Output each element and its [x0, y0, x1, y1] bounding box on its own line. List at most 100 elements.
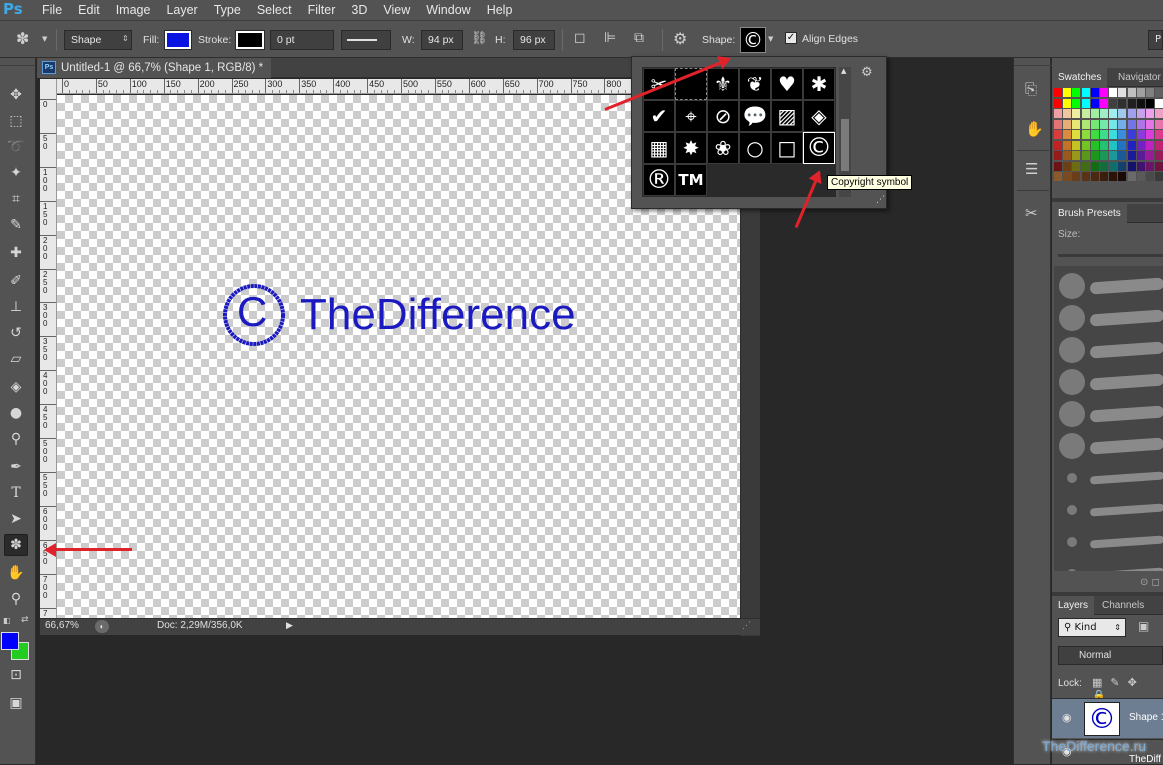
screen-mode-icon[interactable]: ▣ — [4, 692, 28, 714]
healing-brush-tool-icon[interactable]: ✚ — [4, 242, 28, 264]
pen-tool-icon[interactable]: ✒ — [4, 456, 28, 478]
blend-mode-select[interactable]: Normal — [1058, 646, 1163, 665]
move-tool-icon[interactable]: ✥ — [4, 84, 28, 106]
shape-no-sign-icon[interactable]: ⊘ — [707, 100, 739, 132]
menu-view[interactable]: View — [375, 0, 418, 20]
foreground-color-swatch[interactable] — [1, 632, 19, 650]
actions-panel-icon[interactable]: ✋ — [1025, 120, 1044, 138]
shape-ornament-icon[interactable]: ❦ — [739, 68, 771, 100]
type-tool-icon[interactable]: T — [4, 482, 28, 504]
tab-navigator[interactable]: Navigator — [1112, 68, 1163, 87]
history-brush-tool-icon[interactable]: ↺ — [4, 322, 28, 344]
lasso-tool-icon[interactable]: ➰ — [4, 136, 28, 158]
menu-image[interactable]: Image — [108, 0, 159, 20]
tool-preset-picker[interactable]: ✽ ▼ — [10, 29, 52, 51]
shape-paw-icon[interactable]: ❀ — [707, 132, 739, 164]
shape-square-icon[interactable]: □ — [771, 132, 803, 164]
layer-name[interactable]: Shape 1 — [1129, 712, 1163, 723]
clone-stamp-tool-icon[interactable]: ⊥ — [4, 296, 28, 318]
shape-picker-button[interactable]: © — [740, 27, 766, 53]
menu-help[interactable]: Help — [479, 0, 521, 20]
status-info-icon[interactable]: ◐ — [95, 620, 109, 633]
marquee-tool-icon[interactable]: ⬚ — [4, 110, 28, 132]
layer-row-shape-1[interactable]: ◉ © Shape 1 — [1052, 698, 1163, 738]
brush-tool-icon[interactable]: ✐ — [4, 270, 28, 292]
stroke-size-input[interactable]: 0 pt — [270, 30, 334, 50]
align-edges-checkbox[interactable]: ✓ — [785, 32, 797, 44]
shape-puzzle-icon[interactable]: ✱ — [803, 68, 835, 100]
swap-colors-icon[interactable]: ⇄ — [21, 615, 29, 625]
default-colors-icon[interactable]: ◧ — [3, 616, 11, 625]
visibility-eye-icon[interactable]: ◉ — [1062, 711, 1072, 724]
shape-hatched-square-icon[interactable]: ▨ — [771, 100, 803, 132]
gear-icon[interactable]: ⚙ — [673, 29, 687, 48]
resize-grip-icon[interactable]: ⋰ — [876, 195, 885, 205]
shape-speech-bubble-icon[interactable]: 💬 — [739, 100, 771, 132]
shape-circle-icon[interactable]: ○ — [739, 132, 771, 164]
height-input[interactable]: 96 px — [513, 30, 555, 50]
tools-presets-icon[interactable]: ✂ — [1025, 204, 1038, 222]
filter-image-icon[interactable]: ▣ — [1138, 619, 1149, 633]
workspace-button[interactable]: P — [1148, 30, 1163, 50]
menu-file[interactable]: File — [34, 0, 70, 20]
brush-size-slider[interactable] — [1058, 254, 1163, 257]
quick-mask-icon[interactable]: ⊡ — [4, 664, 28, 686]
shape-registered-icon[interactable]: ® — [643, 164, 675, 196]
custom-shape-tool-icon[interactable]: ✽ — [4, 534, 28, 556]
zoom-level[interactable]: 66,67% — [45, 620, 79, 631]
scroll-thumb[interactable] — [841, 119, 849, 171]
menu-layer[interactable]: Layer — [158, 0, 205, 20]
brush-panel-icons[interactable]: ⊙ ◻ — [1140, 577, 1160, 588]
shape-heart-icon[interactable]: ♥ — [771, 68, 803, 100]
document-tab[interactable]: Ps Untitled-1 @ 66,7% (Shape 1, RGB/8) * — [37, 58, 272, 78]
menu-window[interactable]: Window — [418, 0, 478, 20]
layer-name[interactable]: TheDiff — [1129, 754, 1161, 765]
path-alignment-icon[interactable]: ⊫ — [604, 30, 616, 46]
tab-brush-presets[interactable]: Brush Presets — [1052, 204, 1127, 223]
blur-tool-icon[interactable]: ● — [4, 402, 28, 424]
menu-type[interactable]: Type — [206, 0, 249, 20]
chevron-down-icon[interactable]: ▼ — [768, 35, 773, 43]
shape-copyright-icon[interactable]: © — [803, 132, 835, 164]
stroke-color-swatch[interactable] — [235, 30, 265, 50]
dodge-tool-icon[interactable]: ⚲ — [4, 428, 28, 450]
zoom-tool-icon[interactable]: ⚲ — [4, 588, 28, 610]
width-input[interactable]: 94 px — [421, 30, 463, 50]
menu-select[interactable]: Select — [249, 0, 300, 20]
eyedropper-tool-icon[interactable]: ✎ — [4, 214, 28, 236]
layer-filter-select[interactable]: ⚲ Kind ⇕ — [1058, 618, 1126, 637]
fill-color-swatch[interactable] — [164, 30, 192, 50]
menu-filter[interactable]: Filter — [300, 0, 344, 20]
vertical-ruler[interactable]: 0501001502002503003504004505005506006507… — [40, 79, 57, 619]
menu-3d[interactable]: 3D — [343, 0, 375, 20]
stroke-type-select[interactable] — [341, 30, 391, 50]
canvas-text-layer[interactable]: TheDifference — [300, 289, 576, 341]
history-panel-icon[interactable]: ⎘ — [1025, 80, 1037, 98]
hand-tool-icon[interactable]: ✋ — [4, 562, 28, 584]
link-icon[interactable]: ⛓ — [471, 31, 488, 46]
brush-preset-list[interactable] — [1054, 266, 1163, 571]
tab-layers[interactable]: Layers — [1052, 596, 1095, 615]
shape-diamond-grid-icon[interactable]: ◈ — [803, 100, 835, 132]
crop-tool-icon[interactable]: ⌗ — [4, 188, 28, 210]
shape-grid-icon[interactable]: ▦ — [643, 132, 675, 164]
shape-target-icon[interactable]: ⌖ — [675, 100, 707, 132]
resize-grip-icon[interactable]: ⋰ — [742, 620, 751, 631]
status-menu-arrow-icon[interactable]: ▶ — [286, 620, 293, 631]
eraser-tool-icon[interactable]: ▱ — [4, 348, 28, 370]
shape-starburst-icon[interactable]: ✸ — [675, 132, 707, 164]
picker-settings-gear-icon[interactable]: ⚙ — [861, 65, 873, 80]
tab-channels[interactable]: Channels — [1096, 596, 1150, 615]
tab-swatches[interactable]: Swatches — [1052, 68, 1108, 87]
menu-edit[interactable]: Edit — [70, 0, 108, 20]
shape-checkmark-icon[interactable]: ✔ — [643, 100, 675, 132]
paint-bucket-tool-icon[interactable]: ◈ — [4, 376, 28, 398]
shape-trademark-icon[interactable]: TM — [675, 164, 707, 196]
magic-wand-tool-icon[interactable]: ✦ — [4, 162, 28, 184]
path-selection-tool-icon[interactable]: ➤ — [4, 508, 28, 530]
shape-fleur-de-lis-icon[interactable]: ⚜ — [707, 68, 739, 100]
path-operations-icon[interactable]: ◻ — [574, 30, 586, 46]
scroll-up-icon[interactable]: ▲ — [841, 67, 846, 75]
properties-panel-icon[interactable]: ☰ — [1025, 160, 1038, 178]
path-arrangement-icon[interactable]: ⧉ — [634, 30, 644, 46]
